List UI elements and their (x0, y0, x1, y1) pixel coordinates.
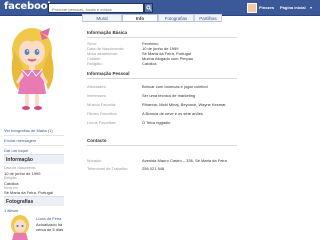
search-button[interactable] (144, 3, 153, 13)
personal-info-value: O Tetra riggadio (142, 120, 171, 125)
contact-value: Avenida Mauro Castro – 336, Sé Maria da … (142, 158, 227, 163)
poke-link[interactable]: Dar um toque (4, 148, 64, 153)
friend-name[interactable]: Lúcia da Feira (36, 216, 61, 221)
divider (4, 145, 64, 146)
info-header: Informação (4, 154, 64, 164)
profile-link[interactable]: Pinozes (259, 5, 274, 10)
search-input[interactable] (48, 3, 144, 13)
personal-info-label: Música Favorita: (87, 102, 117, 107)
friend-picture[interactable] (6, 214, 34, 240)
personal-info-value: A Branca de neve e os sete anões (142, 111, 203, 116)
contact-label: Telemóvel de Trabalho: (87, 166, 129, 171)
section-rule (87, 78, 237, 79)
divider (4, 135, 64, 136)
search-icon (146, 5, 152, 11)
personal-info-value: Brincar com bonecas e jogar voleibol (142, 84, 208, 89)
personal-info-label: Filmes Favoritos: (87, 111, 118, 116)
personal-info-title: Informação Pessoal (87, 71, 130, 76)
basic-info-title: Informação Básica (87, 30, 128, 35)
cartoon-girl-thumbnail (11, 215, 29, 240)
contact-value: 256 021 546 (142, 166, 165, 171)
home-link[interactable]: Página inicial (280, 5, 306, 10)
personal-info-value: Ser uma técnica de marketing (142, 93, 196, 98)
personal-info-label: Interesses: (87, 93, 107, 98)
info-label: Religião (4, 176, 17, 180)
contact-title: Contacto (87, 138, 107, 143)
basic-info-label: Religião: (87, 61, 103, 66)
section-rule (87, 37, 237, 38)
section-rule (87, 145, 237, 146)
info-value: Sé Maria da Feira, Portugal (4, 190, 53, 195)
facebook-logo[interactable]: facebook (4, 1, 54, 12)
tabs-divider (82, 21, 222, 22)
personal-info-label: Atividades: (87, 84, 107, 89)
basic-info-value: Católica (142, 61, 157, 66)
send-message-link[interactable]: Enviar mensagem (4, 138, 64, 143)
view-photos-link[interactable]: Ver fotografias de Marta (1) (4, 128, 64, 133)
albums-link[interactable]: 1 álbum (4, 208, 64, 213)
personal-info-value: Rihanna, Nicki Minaj, Beyoncé, Wayne Kes… (142, 102, 226, 107)
cartoon-girl-image (11, 28, 54, 110)
personal-info-label: Livros Favoritos: (87, 120, 117, 125)
photos-header: Fotografias (4, 196, 64, 206)
top-avatar[interactable] (247, 3, 257, 13)
friend-update-line2: cerca de 5 dias (36, 227, 64, 232)
contact-label: Morada: (87, 158, 102, 163)
profile-picture[interactable] (4, 20, 64, 116)
chevron-down-icon[interactable]: ▾ (310, 5, 312, 10)
info-label: Data de Nascimento (4, 166, 36, 170)
